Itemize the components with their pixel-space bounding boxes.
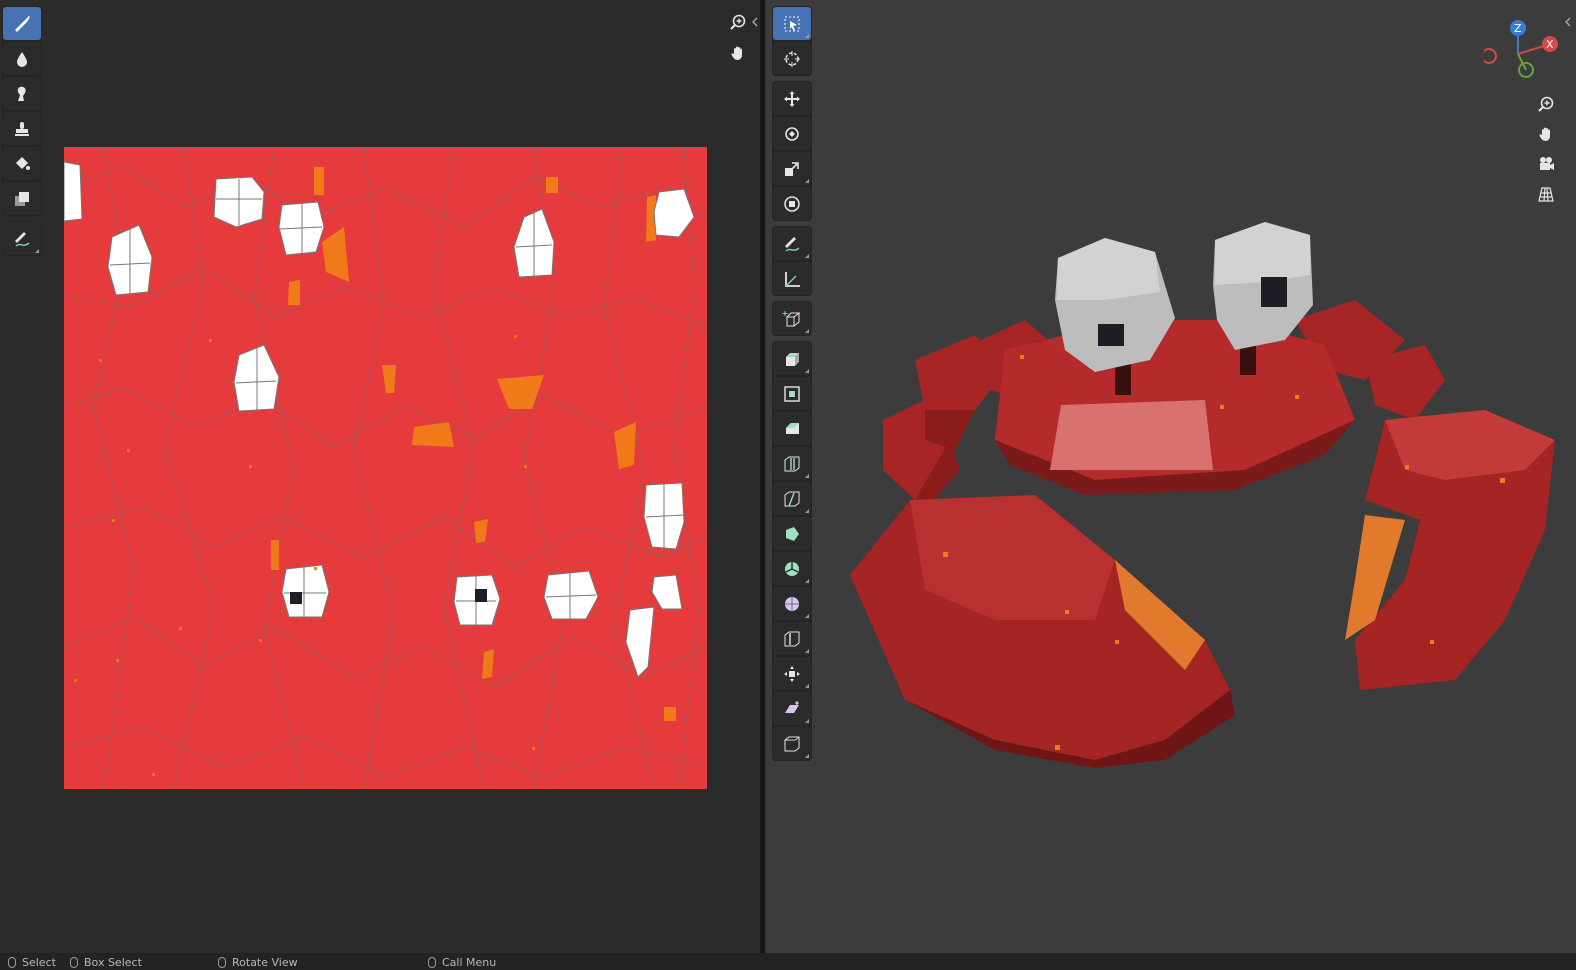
- scale-icon: [785, 161, 799, 176]
- loop-cut-icon: [784, 456, 800, 471]
- status-box-select-label: Box Select: [84, 956, 142, 969]
- annotate-pencil-icon: [15, 231, 30, 247]
- status-select-label: Select: [22, 956, 56, 969]
- perspective-grid-icon[interactable]: [1533, 181, 1559, 207]
- status-bar: Select Box Select Rotate View Call Menu: [0, 953, 1576, 970]
- draw-brush-tool[interactable]: [3, 7, 41, 40]
- rip-icon: [784, 736, 800, 751]
- select-group: [772, 6, 812, 76]
- status-box-select: Box Select: [70, 956, 142, 969]
- extrude-region-tool[interactable]: [773, 342, 811, 375]
- zoom-icon[interactable]: [1533, 91, 1559, 117]
- pan-hand-icon[interactable]: [725, 40, 751, 66]
- shrink-fatten-tool[interactable]: [773, 657, 811, 690]
- image-editor-toolbar: [2, 6, 42, 261]
- status-rotate-view-label: Rotate View: [232, 956, 298, 969]
- move-arrows-icon: [784, 90, 800, 107]
- knife-icon: [784, 491, 800, 506]
- spin-tool[interactable]: [773, 552, 811, 585]
- select-box-icon: [784, 16, 800, 31]
- edge-slide-icon: [784, 631, 800, 646]
- select-box-tool[interactable]: [773, 7, 811, 40]
- image-editor-area[interactable]: [0, 0, 760, 953]
- smooth-tool[interactable]: [773, 587, 811, 620]
- drop-icon: [17, 51, 27, 67]
- mouse-left-icon: [8, 957, 16, 968]
- bevel-tool[interactable]: [773, 412, 811, 445]
- annotate-tool[interactable]: [3, 222, 41, 255]
- stamp-icon: [15, 121, 29, 136]
- mask-tool[interactable]: [3, 182, 41, 215]
- x-axis-label: X: [1546, 38, 1554, 51]
- smooth-sphere-icon: [785, 596, 799, 611]
- smear-finger-icon: [17, 86, 26, 101]
- paint-bucket-icon: [16, 156, 30, 170]
- clone-tool[interactable]: [3, 112, 41, 145]
- soften-tool[interactable]: [3, 42, 41, 75]
- status-rotate-view: Rotate View: [218, 956, 298, 969]
- loop-cut-tool[interactable]: [773, 447, 811, 480]
- edge-slide-tool[interactable]: [773, 622, 811, 655]
- navigation-gizmo[interactable]: Z X: [1484, 16, 1564, 86]
- annotate-pencil-icon: [785, 236, 800, 252]
- status-select: Select: [8, 956, 56, 969]
- crab-model[interactable]: [765, 0, 1576, 953]
- extrude-icon: [786, 352, 799, 366]
- shear-icon: [785, 700, 799, 713]
- z-axis-label: Z: [1514, 22, 1522, 35]
- add-cube-tool[interactable]: [773, 302, 811, 335]
- poly-build-tool[interactable]: [773, 517, 811, 550]
- transform-tool[interactable]: [773, 187, 811, 220]
- pan-hand-icon[interactable]: [1533, 121, 1559, 147]
- inset-faces-tool[interactable]: [773, 377, 811, 410]
- smear-tool[interactable]: [3, 77, 41, 110]
- sidebar-toggle-chevron-icon[interactable]: [1561, 9, 1575, 35]
- sidebar-toggle-chevron-icon[interactable]: [748, 9, 760, 35]
- 3d-viewport-area[interactable]: Z X: [765, 0, 1576, 953]
- transform-group: [772, 81, 812, 221]
- neg-x-axis-handle: [1484, 48, 1497, 64]
- rotate-tool[interactable]: [773, 117, 811, 150]
- add-group: [772, 301, 812, 336]
- scale-tool[interactable]: [773, 152, 811, 185]
- 3d-viewport-toolbar: [772, 6, 812, 766]
- mouse-drag-icon: [70, 957, 78, 968]
- ruler-icon: [785, 271, 800, 287]
- uv-texture-image[interactable]: [64, 147, 707, 789]
- annotate-group: [2, 221, 42, 256]
- shrink-fatten-icon: [784, 665, 800, 682]
- mouse-right-icon: [428, 957, 436, 968]
- cursor-crosshair-icon: [784, 50, 800, 67]
- transform-icon: [784, 195, 800, 212]
- cursor-tool[interactable]: [773, 42, 811, 75]
- mesh-edit-group: [772, 341, 812, 761]
- poly-build-icon: [786, 526, 799, 541]
- brush-icon: [15, 15, 30, 32]
- move-tool[interactable]: [773, 82, 811, 115]
- camera-view-icon[interactable]: [1533, 151, 1559, 177]
- annotate-measure-group: [772, 226, 812, 296]
- inset-icon: [784, 385, 800, 402]
- shear-tool[interactable]: [773, 692, 811, 725]
- rip-region-tool[interactable]: [773, 727, 811, 760]
- status-call-menu: Call Menu: [428, 956, 496, 969]
- bevel-icon: [786, 422, 799, 434]
- status-call-menu-label: Call Menu: [442, 956, 497, 969]
- add-cube-icon: [782, 310, 801, 326]
- measure-tool[interactable]: [773, 262, 811, 295]
- mouse-middle-icon: [218, 957, 226, 968]
- annotate-tool-3d[interactable]: [773, 227, 811, 260]
- mask-icon: [15, 191, 29, 206]
- paint-tools-group: [2, 6, 42, 216]
- spin-icon: [785, 561, 799, 576]
- knife-tool[interactable]: [773, 482, 811, 515]
- rotate-icon: [785, 126, 799, 141]
- fill-tool[interactable]: [3, 147, 41, 180]
